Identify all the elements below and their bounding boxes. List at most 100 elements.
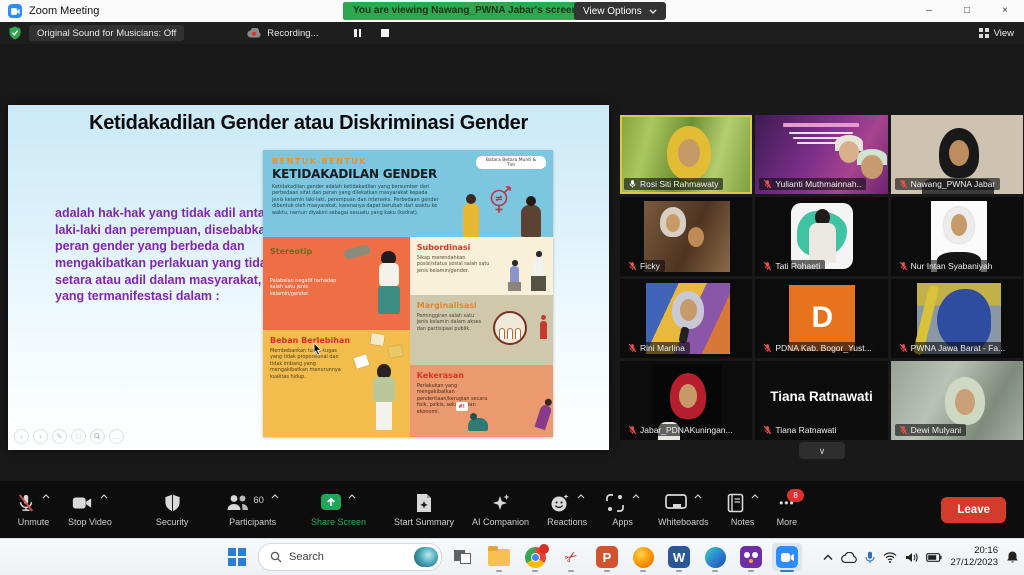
collapse-gallery-button[interactable]: ∨ bbox=[799, 442, 845, 459]
pause-recording-button[interactable] bbox=[354, 29, 361, 37]
word-button[interactable]: W bbox=[664, 543, 694, 571]
participant-name-label: Rosi Siti Rahmawaty bbox=[624, 178, 723, 191]
purple-app-button[interactable] bbox=[736, 543, 766, 571]
hidden-icons-chevron[interactable] bbox=[823, 554, 833, 561]
ai-sparkle-icon bbox=[491, 493, 511, 513]
close-button[interactable]: × bbox=[986, 0, 1024, 22]
share-screen-button[interactable]: Share Screen bbox=[302, 481, 375, 538]
edge-button[interactable] bbox=[700, 543, 730, 571]
svg-text:≠: ≠ bbox=[495, 194, 503, 205]
infographic-header: BENTUK-BENTUK KETIDAKADILAN GENDER Ketid… bbox=[263, 150, 553, 237]
video-tile-active-speaker[interactable]: Rosi Siti Rahmawaty bbox=[620, 115, 752, 194]
powerpoint-icon: P bbox=[596, 546, 618, 568]
start-summary-button[interactable]: Start Summary bbox=[385, 481, 463, 538]
participant-name-label: PWNA Jawa Barat - Fa... bbox=[895, 342, 1010, 355]
more-notification-badge: 8 bbox=[787, 489, 804, 502]
recording-cloud-icon bbox=[247, 28, 261, 38]
video-tile[interactable]: Nawang_PWNA Jabar bbox=[891, 115, 1023, 194]
file-explorer-button[interactable] bbox=[484, 543, 514, 571]
taskbar-search-box[interactable]: Search bbox=[258, 543, 442, 571]
stop-recording-button[interactable] bbox=[381, 29, 389, 37]
notification-bell-icon[interactable] bbox=[1006, 550, 1019, 564]
chevron-up-icon[interactable] bbox=[271, 494, 279, 499]
mic-muted-icon bbox=[763, 343, 772, 353]
participant-name-label: Tati Rohaeti bbox=[759, 260, 825, 273]
reactions-button[interactable]: Reactions bbox=[538, 481, 596, 538]
share-screen-icon bbox=[321, 493, 341, 511]
section-beban-berlebihan: Beban Berlebihan Membebankan tugas-tugas… bbox=[263, 330, 410, 437]
video-tile[interactable]: Yulianti Muthmainnah.. bbox=[755, 115, 887, 194]
stop-video-button[interactable]: Stop Video bbox=[59, 481, 121, 538]
video-tile[interactable]: Rini Marlina bbox=[620, 279, 752, 358]
chrome-icon bbox=[525, 547, 546, 568]
sticky-note-illustration bbox=[370, 333, 384, 346]
maximize-button[interactable]: □ bbox=[948, 0, 986, 22]
participant-display-name: Tiana Ratnawati bbox=[755, 389, 887, 404]
video-tile[interactable]: Dewi Mulyani bbox=[891, 361, 1023, 440]
microphone-tray-icon[interactable] bbox=[865, 551, 875, 564]
task-view-button[interactable] bbox=[448, 543, 478, 571]
video-tile[interactable]: Tati Rohaeti bbox=[755, 197, 887, 276]
snipping-tool-button[interactable]: ✂ bbox=[556, 543, 586, 571]
video-tile[interactable]: Jabar_PDNAKuningan... bbox=[620, 361, 752, 440]
slideshow-controls: ‹ › ✎ □ … bbox=[14, 429, 124, 444]
firefox-button[interactable] bbox=[628, 543, 658, 571]
unmute-button[interactable]: Unmute bbox=[8, 481, 59, 538]
view-options-button[interactable]: View Options bbox=[574, 2, 666, 20]
video-tile[interactable]: Nur Intan Syabaniyah bbox=[891, 197, 1023, 276]
chrome-button[interactable] bbox=[520, 543, 550, 571]
chevron-up-icon[interactable] bbox=[694, 494, 702, 499]
podium-illustration bbox=[531, 276, 546, 291]
meeting-status-bar: Original Sound for Musicians: Off Record… bbox=[0, 22, 1024, 44]
ai-companion-button[interactable]: AI Companion bbox=[463, 481, 538, 538]
speaker-icon[interactable] bbox=[905, 552, 918, 563]
participants-button[interactable]: 60 Participants bbox=[217, 481, 288, 538]
apps-icon bbox=[605, 493, 625, 513]
chevron-up-icon[interactable] bbox=[751, 494, 759, 499]
apps-button[interactable]: Apps bbox=[596, 481, 649, 538]
victim-illustration bbox=[468, 418, 488, 431]
owl-app-icon bbox=[740, 546, 762, 568]
windows-taskbar: Search ✂ P W bbox=[0, 538, 1024, 575]
video-tile[interactable]: D PWNA Jawa Barat - Fa... PDNA Kab. Bogo… bbox=[755, 279, 887, 358]
battery-icon[interactable] bbox=[926, 553, 942, 562]
minimize-button[interactable]: – bbox=[910, 0, 948, 22]
powerpoint-button[interactable]: P bbox=[592, 543, 622, 571]
taskbar-clock[interactable]: 20:16 27/12/2023 bbox=[950, 545, 998, 569]
view-layout-button[interactable]: View bbox=[979, 28, 1014, 39]
mic-muted-icon bbox=[899, 261, 908, 271]
original-sound-button[interactable]: Original Sound for Musicians: Off bbox=[29, 25, 184, 41]
participant-name-label: Nur Intan Syabaniyah bbox=[895, 260, 998, 273]
chevron-up-icon[interactable] bbox=[632, 494, 640, 499]
start-button[interactable] bbox=[222, 543, 252, 571]
onedrive-cloud-icon[interactable] bbox=[841, 552, 857, 563]
excluded-person-illustration bbox=[540, 321, 547, 339]
participant-name-label: PWNA Jawa Barat - Fa... PDNA Kab. Bogor_… bbox=[759, 342, 876, 355]
section-subordinasi: Subordinasi Sikap merendahkan posisi/sta… bbox=[410, 237, 553, 295]
leave-button[interactable]: Leave bbox=[941, 497, 1006, 523]
smiley-reactions-icon bbox=[550, 493, 570, 513]
mic-muted-icon bbox=[899, 425, 908, 435]
chevron-up-icon[interactable] bbox=[100, 494, 108, 499]
chevron-up-icon[interactable] bbox=[348, 494, 356, 499]
chrome-profile-badge bbox=[539, 544, 549, 554]
wifi-icon[interactable] bbox=[883, 552, 897, 563]
video-tile[interactable]: PWNA Jawa Barat - Fa... bbox=[891, 279, 1023, 358]
notes-button[interactable]: Notes bbox=[718, 481, 768, 538]
security-button[interactable]: Security bbox=[147, 481, 198, 538]
encryption-shield-icon bbox=[9, 26, 21, 40]
chevron-up-icon[interactable] bbox=[42, 494, 50, 499]
whiteboards-button[interactable]: Whiteboards bbox=[649, 481, 718, 538]
summary-document-icon bbox=[416, 493, 432, 513]
gender-inequality-illustration: ≠ bbox=[449, 183, 549, 237]
video-tile-camera-off[interactable]: Tiana Ratnawati Tiana Ratnawati bbox=[755, 361, 887, 440]
zoom-taskbar-button[interactable] bbox=[772, 543, 802, 571]
infographic-credit: Batara Betara Munti & Tim bbox=[476, 156, 546, 169]
video-tile[interactable]: Ficky bbox=[620, 197, 752, 276]
section-kekerasan: Kekerasan Perlakukan yang mengakibatkan … bbox=[410, 365, 553, 437]
more-button[interactable]: ••• 8 More bbox=[768, 481, 807, 538]
shared-slide: Ketidakadilan Gender atau Diskriminasi G… bbox=[8, 105, 609, 450]
chevron-up-icon[interactable] bbox=[577, 494, 585, 499]
participant-name-label: Nawang_PWNA Jabar bbox=[895, 178, 1001, 191]
mic-muted-icon bbox=[628, 343, 637, 353]
